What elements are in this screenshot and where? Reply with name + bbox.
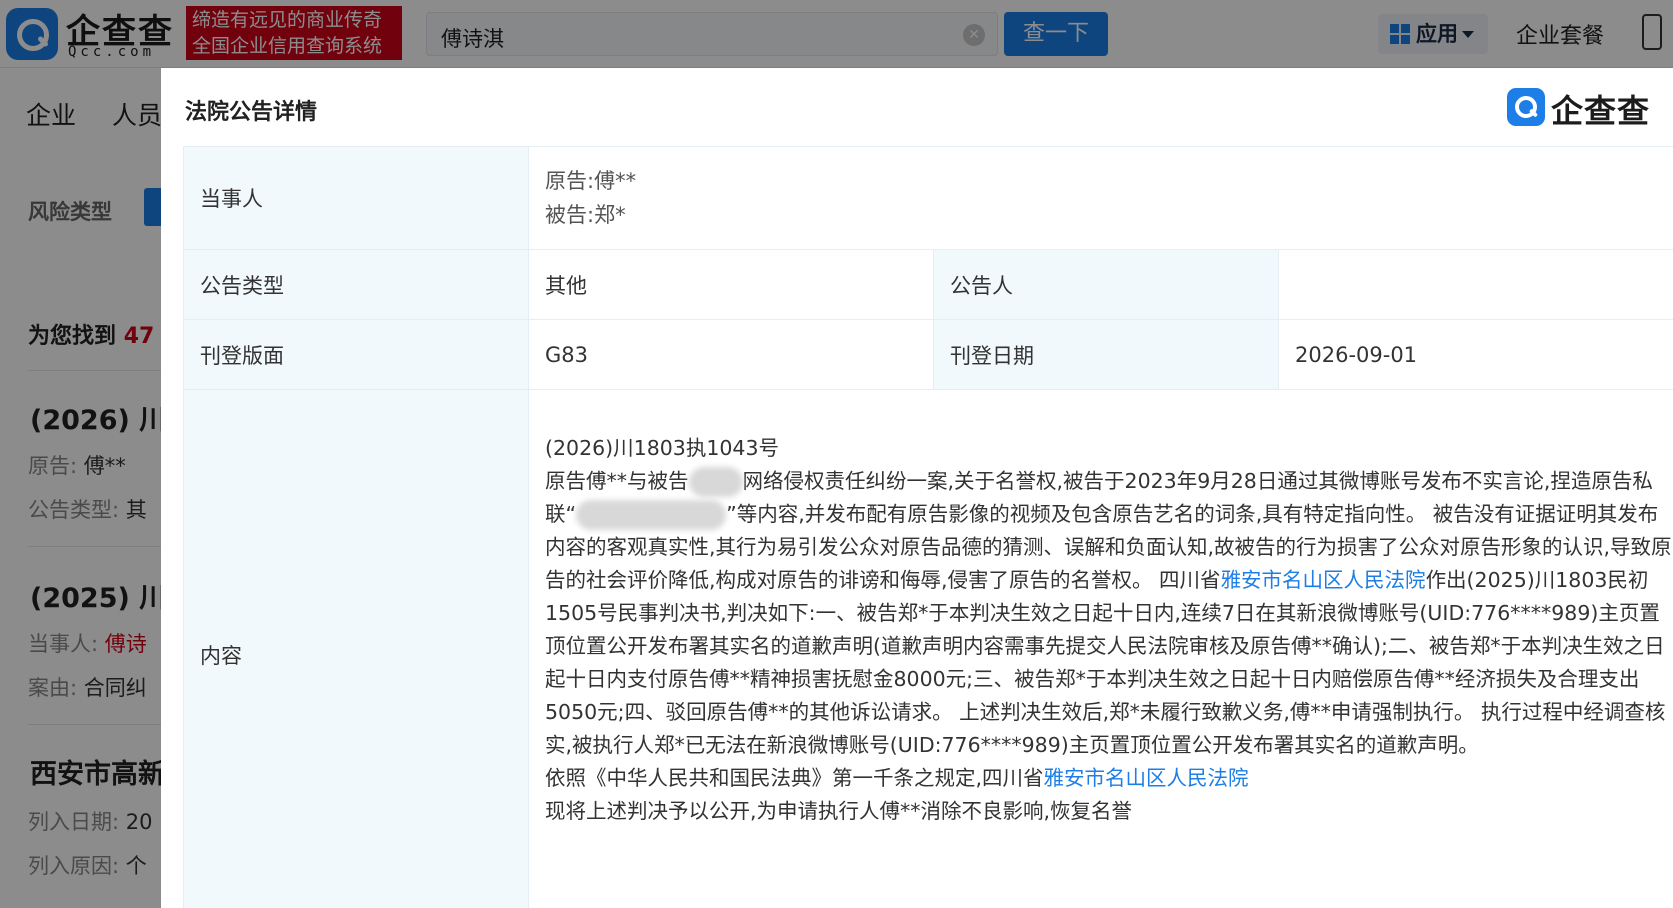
party-label: 当事人 <box>183 146 529 250</box>
content-value: (2026)川1803执1043号 原告傅**与被告 网络侵权责任纠纷一案,关于名… <box>528 389 1673 908</box>
date-value: 2026-09-01 <box>1278 319 1673 390</box>
table-row: 刊登版面 G83 刊登日期 2026-09-01 <box>183 319 1673 390</box>
content-paragraph-1: 原告傅**与被告 网络侵权责任纠纷一案,关于名誉权,被告于2023年9月28日通过… <box>545 467 1672 757</box>
redacted-blur <box>688 467 743 497</box>
page-value: G83 <box>528 319 934 390</box>
table-row: 公告类型 其他 公告人 <box>183 249 1673 320</box>
type-value: 其他 <box>528 249 934 320</box>
page-label: 刊登版面 <box>183 319 529 390</box>
type-label: 公告类型 <box>183 249 529 320</box>
modal-logo-text: 企查查 <box>1551 92 1651 130</box>
table-row: 当事人 原告:傅** 被告:郑* <box>183 146 1673 250</box>
case-number: (2026)川1803执1043号 <box>545 436 780 460</box>
redacted-blur <box>576 500 727 530</box>
announcer-label: 公告人 <box>933 249 1279 320</box>
notice-detail-table: 当事人 原告:傅** 被告:郑* 公告类型 其他 公告人 刊登版面 G83 刊登… <box>183 146 1673 908</box>
content-paragraph-3: 现将上述判决予以公开,为申请执行人傅**消除不良影响,恢复名誉 <box>545 799 1133 823</box>
table-row: 内容 (2026)川1803执1043号 原告傅**与被告 网络侵权责任纠纷一案,… <box>183 389 1673 908</box>
court-link-2[interactable]: 雅安市名山区人民法院 <box>1044 766 1249 790</box>
date-label: 刊登日期 <box>933 319 1279 390</box>
announcer-value <box>1278 249 1673 320</box>
court-link-1[interactable]: 雅安市名山区人民法院 <box>1221 568 1426 592</box>
defendant-text: 被告:郑* <box>545 203 626 227</box>
qcc-logo-icon <box>1507 88 1545 126</box>
modal-logo: 企查查 <box>1507 86 1659 130</box>
plaintiff-text: 原告:傅** <box>545 169 637 193</box>
party-value: 原告:傅** 被告:郑* <box>528 146 1673 250</box>
content-paragraph-2: 依照《中华人民共和国民法典》第一千条之规定,四川省雅安市名山区人民法院 <box>545 766 1249 790</box>
content-label: 内容 <box>183 389 529 908</box>
modal-title: 法院公告详情 <box>185 100 318 125</box>
court-notice-modal: 法院公告详情 企查查 当事人 原告:傅** 被告:郑* 公告类型 其他 公告人 … <box>161 68 1673 908</box>
